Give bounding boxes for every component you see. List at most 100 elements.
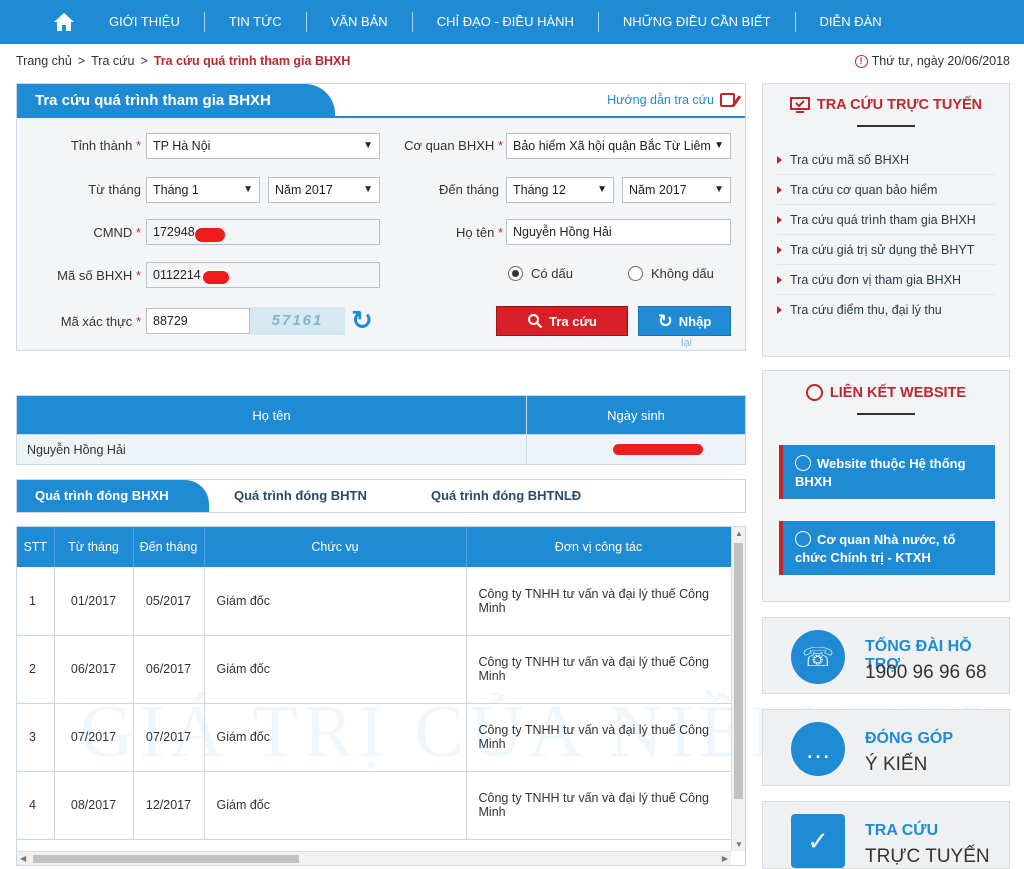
- top-navigation: GIỚI THIỆU TIN TỨC VĂN BẢN CHỈ ĐẠO - ĐIỀU H…: [0, 0, 1024, 44]
- tab-bhxh[interactable]: Quá trình đóng BHXH: [17, 480, 209, 512]
- monitor-check-icon: [789, 97, 810, 113]
- table-cell: 3: [17, 703, 55, 772]
- home-icon[interactable]: [35, 0, 93, 44]
- captcha-input[interactable]: 88729: [146, 308, 250, 334]
- sidebar-link-item[interactable]: Tra cứu quá trình tham gia BHXH: [777, 205, 995, 235]
- column-header: Từ tháng: [54, 527, 134, 567]
- bullet-arrow-icon: [777, 306, 782, 314]
- hotline-box[interactable]: ☏ TỔNG ĐÀI HỖ TRỢ 1900 96 96 68: [762, 617, 1010, 694]
- column-name: Họ tên: [17, 396, 527, 434]
- social-code-input[interactable]: 0112214: [146, 262, 380, 288]
- globe-icon: [795, 455, 811, 471]
- chat-bubble-icon: …: [791, 722, 845, 776]
- divider: [857, 413, 915, 415]
- id-label: CMND *: [93, 225, 141, 240]
- breadcrumb-home[interactable]: Trang chủ: [16, 54, 72, 68]
- captcha-image: 57161: [250, 307, 345, 335]
- scroll-down-icon[interactable]: ▼: [735, 840, 743, 849]
- scroll-up-icon[interactable]: ▲: [735, 529, 743, 538]
- history-table: STT Từ tháng Đến tháng Chức vụ Đơn vị công t…: [16, 526, 746, 866]
- reset-button-sublabel: lại: [681, 337, 693, 349]
- province-select[interactable]: TP Hà Nội: [146, 133, 380, 159]
- column-dob: Ngày sinh: [607, 407, 665, 423]
- link-bhxh-system[interactable]: Website thuộc Hệ thống BHXH: [779, 445, 995, 499]
- nav-item[interactable]: DIỄN ĐÀN: [794, 12, 906, 32]
- hotline-number: 1900 96 96 68: [865, 662, 987, 683]
- alert-icon: !: [854, 54, 868, 68]
- refresh-captcha-icon[interactable]: ↻: [351, 307, 377, 333]
- bullet-arrow-icon: [777, 155, 782, 164]
- sidebar-link-item[interactable]: Tra cứu điểm thu, đại lý thu: [777, 295, 995, 325]
- province-label: Tỉnh thành *: [70, 138, 141, 153]
- sidebar-link-label: Tra cứu điểm thu, đại lý thu: [790, 303, 942, 317]
- sidebar-link-item[interactable]: Tra cứu cơ quan bảo hiểm: [777, 175, 995, 205]
- bullet-arrow-icon: [777, 185, 782, 194]
- from-year-select[interactable]: Năm 2017: [268, 177, 380, 203]
- form-header: Tra cứu quá trình tham gia BHXH Hướng dẫ…: [17, 84, 745, 118]
- online-lookup-promo[interactable]: ✓ TRA CỨU TRỰC TUYẾN: [762, 801, 1010, 869]
- sidebar-link-item[interactable]: Tra cứu mã số BHXH: [777, 145, 995, 175]
- to-month-select[interactable]: Tháng 12: [506, 177, 614, 203]
- table-cell: 05/2017: [133, 567, 205, 636]
- sidebar-link-item[interactable]: Tra cứu giá trị sử dụng thẻ BHYT: [777, 235, 995, 265]
- column-header: Đến tháng: [133, 527, 205, 567]
- nav-item[interactable]: TIN TỨC: [203, 12, 306, 32]
- search-button-label: Tra cứu: [549, 313, 597, 329]
- vertical-scrollbar[interactable]: ▲ ▼: [731, 527, 745, 851]
- table-row: 3 07/2017 07/2017 Giám đốc Công ty TNHH tư v…: [17, 703, 732, 772]
- refresh-icon: ↻: [657, 310, 673, 331]
- id-input[interactable]: 172948: [146, 219, 380, 245]
- radio-unchecked-icon: [628, 266, 643, 281]
- sidebar-link-item[interactable]: Tra cứu đơn vị tham gia BHXH: [777, 265, 995, 295]
- breadcrumb-current: Tra cứu quá trình tham gia BHXH: [153, 54, 351, 68]
- accent-on-radio[interactable]: Có dấu: [508, 266, 573, 281]
- divider: [857, 125, 915, 127]
- reset-button[interactable]: ↻ Nhập lại: [638, 306, 731, 349]
- bullet-arrow-icon: [777, 215, 782, 224]
- table-cell: 1: [17, 567, 55, 636]
- table-cell: Giám đốc: [204, 635, 467, 704]
- sidebar-link-label: Tra cứu đơn vị tham gia BHXH: [790, 272, 962, 287]
- person-row: Nguyễn Hồng Hải 20: [17, 434, 745, 464]
- tab-bhtnld[interactable]: Quá trình đóng BHTNLĐ: [431, 480, 581, 512]
- breadcrumb-separator: >: [140, 54, 148, 68]
- horizontal-scroll-thumb[interactable]: [33, 855, 299, 863]
- guide-link[interactable]: Hướng dẫn tra cứu: [607, 93, 735, 107]
- breadcrumb-level2[interactable]: Tra cứu: [91, 54, 134, 68]
- redaction-mark: [195, 228, 225, 242]
- link-state-agencies[interactable]: Cơ quan Nhà nước, tổ chức Chính trị - KT…: [779, 521, 995, 575]
- accent-off-label: Không dấu: [651, 266, 714, 281]
- table-cell: 12/2017: [133, 771, 205, 840]
- history-tabs: Quá trình đóng BHXH Quá trình đóng BHTN …: [16, 479, 746, 513]
- accent-off-radio[interactable]: Không dấu: [628, 266, 714, 281]
- table-cell: 07/2017: [133, 703, 205, 772]
- guide-link-label: Hướng dẫn tra cứu: [607, 93, 714, 107]
- search-form-panel: Tra cứu quá trình tham gia BHXH Hướng dẫ…: [16, 83, 746, 351]
- vertical-scroll-thumb[interactable]: [734, 543, 743, 799]
- sidebar-link-label: Tra cứu cơ quan bảo hiểm: [790, 182, 938, 197]
- online-promo-title: TRA CỨU: [865, 822, 939, 839]
- breadcrumb-separator: >: [77, 54, 86, 68]
- search-button[interactable]: Tra cứu: [496, 306, 628, 336]
- nav-item[interactable]: GIỚI THIỆU: [93, 12, 204, 32]
- from-month-label: Từ tháng: [88, 182, 141, 197]
- agency-select[interactable]: Bảo hiểm Xã hội quận Bắc Từ Liêm: [506, 133, 731, 159]
- from-month-select[interactable]: Tháng 1: [146, 177, 260, 203]
- online-promo-subtitle: TRỰC TUYẾN: [865, 846, 990, 867]
- feedback-box[interactable]: … ĐÓNG GÓP Ý KIẾN: [762, 709, 1010, 786]
- table-cell: 07/2017: [54, 703, 134, 772]
- nav-item[interactable]: CHỈ ĐẠO - ĐIỀU HÀNH: [411, 12, 598, 32]
- to-year-select[interactable]: Năm 2017: [622, 177, 731, 203]
- nav-item[interactable]: NHỮNG ĐIỀU CẦN BIẾT: [597, 12, 795, 32]
- tab-bhtn[interactable]: Quá trình đóng BHTN: [234, 480, 367, 512]
- horizontal-scrollbar[interactable]: ◀ ▶: [17, 851, 731, 865]
- social-code-label: Mã số BHXH *: [57, 268, 141, 283]
- scroll-left-icon[interactable]: ◀: [20, 854, 26, 863]
- scroll-right-icon[interactable]: ▶: [722, 854, 728, 863]
- table-cell: Giám đốc: [204, 703, 467, 772]
- nav-item[interactable]: VĂN BẢN: [305, 12, 412, 32]
- person-dob: 20: [527, 435, 745, 464]
- current-date: ! Thứ tư, ngày 20/06/2018: [854, 54, 1010, 68]
- name-input[interactable]: Nguyễn Hồng Hải: [506, 219, 731, 245]
- reset-button-label: Nhập: [678, 313, 712, 329]
